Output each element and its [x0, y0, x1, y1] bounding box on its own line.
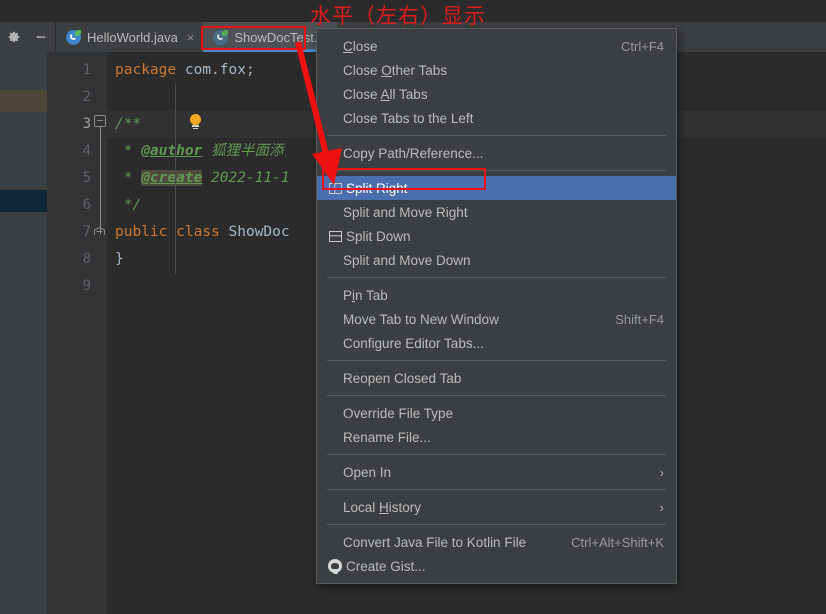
keyword-package: package: [115, 62, 177, 78]
current-block-marker: [0, 190, 47, 212]
menu-item-label: Copy Path/Reference...: [343, 145, 484, 161]
split-horizontal-icon: [327, 228, 343, 244]
menu-item-close-other-tabs[interactable]: Close Other Tabs: [317, 58, 676, 82]
menu-item-open-in[interactable]: Open In ›: [317, 460, 676, 484]
menu-item-local-history[interactable]: Local History ›: [317, 495, 676, 519]
menu-separator: [327, 135, 666, 136]
menu-separator: [327, 277, 666, 278]
ide-window: HelloWorld.java × ShowDocTest.ja 1 2 3 4…: [0, 0, 826, 614]
package-name: com.fox;: [184, 62, 255, 78]
lightbulb-icon[interactable]: [189, 114, 202, 130]
menu-item-reopen-closed-tab[interactable]: Reopen Closed Tab: [317, 366, 676, 390]
javadoc-close: */: [115, 197, 142, 213]
line-number-column: 1 2 3 4 5 6 7 8 9: [47, 52, 91, 300]
keyword-public: public: [115, 224, 168, 240]
java-class-icon: [66, 29, 81, 45]
tab-label: HelloWorld.java: [87, 29, 178, 45]
menu-item-label: Convert Java File to Kotlin File: [343, 534, 527, 550]
menu-separator: [327, 360, 666, 361]
closing-brace: }: [115, 251, 124, 267]
line-number: 2: [82, 89, 91, 105]
menu-item-configure-editor-tabs[interactable]: Configure Editor Tabs...: [317, 331, 676, 355]
menu-item-override-file-type[interactable]: Override File Type: [317, 401, 676, 425]
tool-window-buttons: [0, 22, 56, 52]
fold-region-line: [99, 127, 101, 234]
line-number: 9: [82, 278, 91, 294]
menu-item-close-tabs-to-the-left[interactable]: Close Tabs to the Left: [317, 106, 676, 130]
menu-item-split-and-move-down[interactable]: Split and Move Down: [317, 248, 676, 272]
close-icon[interactable]: ×: [187, 30, 195, 45]
menu-item-label: Open In: [343, 464, 392, 480]
keyword-class: class: [176, 224, 220, 240]
menu-item-label: Close Tabs to the Left: [343, 110, 474, 126]
javadoc-prefix: *: [115, 143, 142, 159]
menu-item-split-down[interactable]: Split Down: [317, 224, 676, 248]
menu-item-move-tab-to-new-window[interactable]: Move Tab to New Window Shift+F4: [317, 307, 676, 331]
vcs-marker-stripe: [0, 52, 47, 614]
fold-collapse-icon[interactable]: [94, 115, 106, 127]
class-name: ShowDoc: [228, 224, 290, 240]
chevron-right-icon: ›: [659, 499, 664, 515]
fold-end-icon[interactable]: [94, 227, 106, 236]
menu-item-shortcut: Ctrl+F4: [621, 38, 664, 54]
line-number: 7: [82, 224, 91, 240]
menu-item-label: Split and Move Right: [343, 204, 468, 220]
tab-context-menu[interactable]: Close Ctrl+F4 Close Other Tabs Close All…: [316, 28, 677, 584]
menu-item-create-gist[interactable]: Create Gist...: [317, 554, 676, 578]
menu-item-label: Override File Type: [343, 405, 454, 421]
menu-item-label: Split Down: [346, 228, 411, 244]
menu-separator: [327, 395, 666, 396]
menu-separator: [327, 454, 666, 455]
menu-item-pin-tab[interactable]: Pin Tab: [317, 283, 676, 307]
minimize-icon[interactable]: [33, 29, 49, 45]
menu-item-label: Reopen Closed Tab: [343, 370, 462, 386]
menu-item-convert-java-file-to-kotlin-file[interactable]: Convert Java File to Kotlin File Ctrl+Al…: [317, 530, 676, 554]
modified-marker: [0, 90, 47, 112]
indent-guide: [175, 84, 176, 274]
line-number: 4: [82, 143, 91, 159]
menu-item-shortcut: Ctrl+Alt+Shift+K: [571, 534, 664, 550]
annotation-note: 水平（左右）显示: [310, 4, 486, 28]
tab-helloworld-java[interactable]: HelloWorld.java ×: [56, 22, 203, 52]
line-number: 3: [82, 116, 91, 132]
menu-item-label-rest: lose: [352, 38, 378, 54]
menu-item-shortcut: Shift+F4: [615, 311, 664, 327]
menu-item-label: Configure Editor Tabs...: [343, 335, 484, 351]
menu-item-rename-file[interactable]: Rename File...: [317, 425, 676, 449]
line-number: 6: [82, 197, 91, 213]
menu-separator: [327, 524, 666, 525]
annotation-highlight-tab: [201, 26, 306, 50]
gear-icon[interactable]: [6, 29, 22, 45]
menu-item-label: Move Tab to New Window: [343, 311, 499, 327]
annotation-highlight-split-right: [322, 168, 486, 190]
menu-item-copy-path-reference[interactable]: Copy Path/Reference...: [317, 141, 676, 165]
line-number: 5: [82, 170, 91, 186]
javadoc-prefix: *: [115, 170, 142, 186]
line-number: 8: [82, 251, 91, 267]
menu-item-label: Split and Move Down: [343, 252, 471, 268]
javadoc-open: /**: [115, 116, 142, 132]
menu-item-label: Rename File...: [343, 429, 431, 445]
chevron-right-icon: ›: [659, 464, 664, 480]
menu-item-label: Create Gist...: [346, 558, 426, 574]
github-icon: [327, 558, 343, 574]
line-number: 1: [82, 62, 91, 78]
menu-separator: [327, 489, 666, 490]
menu-item-close[interactable]: Close Ctrl+F4: [317, 34, 676, 58]
menu-item-split-and-move-right[interactable]: Split and Move Right: [317, 200, 676, 224]
menu-item-close-all-tabs[interactable]: Close All Tabs: [317, 82, 676, 106]
